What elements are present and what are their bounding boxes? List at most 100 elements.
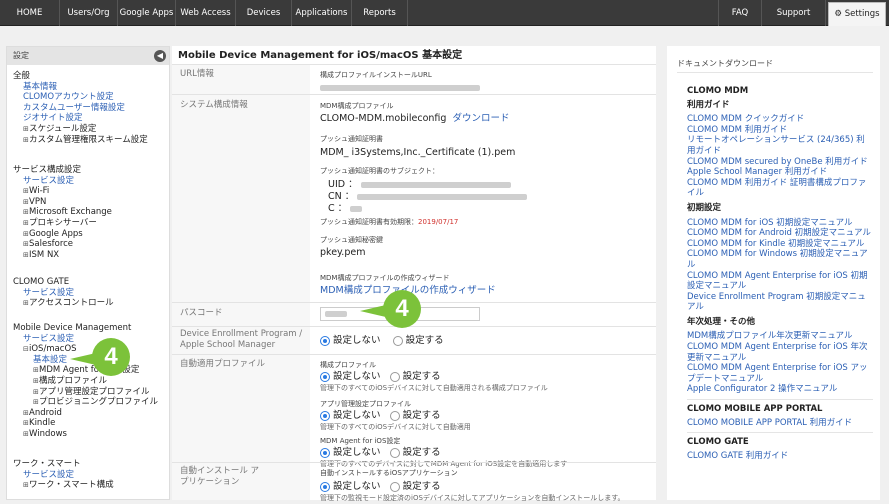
doc-link[interactable]: CLOMO MDM for Android 初期設定マニュアル	[687, 228, 871, 238]
agent-radio-yes[interactable]	[389, 447, 400, 458]
sidebar-item-schedule[interactable]: スケジュール設定	[29, 124, 96, 134]
doc-link[interactable]: CLOMO MDM secured by OneBe 利用ガイド	[687, 157, 868, 167]
tab-settings[interactable]: ⚙ Settings	[828, 2, 886, 26]
mdm-profile-caption: MDM構成プロファイル	[320, 102, 394, 110]
doc-link[interactable]: CLOMO MDM Agent Enterprise for iOS 年次更新マ…	[687, 342, 868, 363]
sidebar-item-geosite[interactable]: ジオサイト設定	[23, 113, 83, 123]
url-caption: 構成プロファイルインストールURL	[320, 71, 432, 79]
docs-panel: ドキュメントダウンロード CLOMO MDM 利用ガイド CLOMO MDM ク…	[667, 46, 880, 500]
sidebar-item-google-apps[interactable]: Google Apps	[29, 229, 83, 239]
doc-link[interactable]: CLOMO MDM for Windows 初期設定マニュアル	[687, 249, 868, 270]
doc-link[interactable]: CLOMO MDM 利用ガイド 証明書構成プロファイル	[687, 178, 866, 199]
app-note: 管理下のすべてのiOSデバイスに対して自動適用	[320, 423, 471, 431]
doc-link[interactable]: MDM構成プロファイル年次更新マニュアル	[687, 331, 852, 341]
sidebar-item-vpn[interactable]: VPN	[29, 197, 46, 207]
profile-caption: 構成プロファイル	[320, 361, 376, 369]
row-label: Device Enrollment Program / Apple School…	[180, 329, 303, 350]
doc-link[interactable]: Apple School Manager 利用ガイド	[687, 167, 827, 177]
agent-radio-no[interactable]	[320, 447, 330, 458]
agent-no-label: 設定しない	[333, 447, 381, 458]
sidebar-item-kindle[interactable]: Kindle	[29, 418, 55, 428]
wizard-caption: MDM構成プロファイルの作成ウィザード	[320, 274, 450, 282]
doc-link[interactable]: CLOMO MDM Agent Enterprise for iOS 初期設定マ…	[687, 271, 868, 292]
tab-web-access[interactable]: Web Access	[176, 0, 236, 26]
tab-applications[interactable]: Applications	[292, 0, 352, 26]
dep-radio-yes[interactable]	[392, 335, 403, 346]
doc-link[interactable]: CLOMO MDM 利用ガイド	[687, 125, 787, 135]
profile-note: 管理下のすべてのiOSデバイスに対して自動適用される構成プロファイル	[320, 384, 548, 392]
tab-home[interactable]: HOME	[0, 0, 60, 26]
sidebar-group-title: 全般	[13, 71, 31, 81]
sidebar-item-custom-role[interactable]: カスタム管理権限スキーム設定	[29, 135, 148, 145]
sidebar-item-android[interactable]: Android	[29, 408, 62, 418]
doc-link[interactable]: Apple Configurator 2 操作マニュアル	[687, 384, 837, 394]
divider	[677, 72, 873, 73]
section-sub: 年次処理・その他	[687, 316, 756, 327]
section-sub: 初期設定	[687, 202, 722, 213]
doc-link[interactable]: CLOMO MDM for iOS 初期設定マニュアル	[687, 218, 852, 228]
sidebar-item-service-settings[interactable]: サービス設定	[23, 176, 74, 186]
sidebar-item-clomo-account[interactable]: CLOMOアカウント設定	[23, 92, 114, 102]
expiry-value: 2019/07/17	[418, 218, 459, 226]
sidebar-item-app-profile[interactable]: アプリ管理設定プロファイル	[39, 387, 150, 397]
dep-radio-no[interactable]	[320, 335, 330, 346]
sidebar-item-windows[interactable]: Windows	[29, 429, 67, 439]
doc-link[interactable]: CLOMO MDM for Kindle 初期設定マニュアル	[687, 239, 864, 249]
tab-devices[interactable]: Devices	[236, 0, 292, 26]
redacted-uid	[360, 181, 511, 188]
sidebar-item-wifi[interactable]: Wi-Fi	[29, 186, 49, 196]
dep-yes-label: 設定する	[405, 335, 444, 346]
doc-link[interactable]: CLOMO MDM Agent Enterprise for iOS アップデー…	[687, 363, 868, 384]
sidebar-item-custom-user-info[interactable]: カスタムユーザー情報設定	[23, 103, 125, 113]
doc-link[interactable]: CLOMO GATE 利用ガイド	[687, 451, 788, 461]
divider	[687, 399, 873, 401]
doc-link[interactable]: リモートオペレーションサービス (24/365) 利用ガイド	[687, 135, 865, 156]
profile-radio-yes[interactable]	[389, 371, 400, 382]
push-cert-caption: プッシュ通知証明書	[320, 135, 383, 143]
app-radio-no[interactable]	[320, 410, 330, 421]
sidebar-item-gate-service[interactable]: サービス設定	[23, 288, 74, 298]
tab-reports[interactable]: Reports	[352, 0, 408, 26]
download-link[interactable]: ダウンロード	[453, 113, 510, 124]
sidebar-group-title: サービス構成設定	[13, 165, 82, 175]
sidebar-item-salesforce[interactable]: Salesforce	[29, 239, 73, 249]
sidebar-item-work-config[interactable]: ワーク・スマート構成	[29, 480, 114, 490]
tab-support[interactable]: Support	[762, 0, 826, 26]
row-auto-install: 自動インストール アプリケーション 自動インストールするiOSアプリケーション …	[172, 462, 656, 502]
section-heading: CLOMO MOBILE APP PORTAL	[687, 404, 823, 415]
sidebar-item-access-control[interactable]: アクセスコントロール	[29, 298, 114, 308]
sidebar-item-proxy[interactable]: プロキシサーバー	[29, 218, 97, 228]
sidebar-item-ism-nx[interactable]: ISM NX	[29, 250, 59, 260]
autoinstall-radio-yes[interactable]	[389, 481, 400, 492]
collapse-icon[interactable]: ◀	[154, 50, 166, 62]
sidebar-item-mdm-service[interactable]: サービス設定	[23, 334, 74, 344]
tab-users-org[interactable]: Users/Org	[60, 0, 118, 26]
push-cert-file: MDM_ i3Systems,Inc._Certificate (1).pem	[320, 147, 516, 158]
sidebar-item-provisioning[interactable]: プロビジョニングプロファイル	[39, 397, 158, 407]
docs-section-mdm: CLOMO MDM 利用ガイド CLOMO MDM クイックガイド CLOMO …	[687, 86, 873, 461]
app-radio-yes[interactable]	[389, 410, 400, 421]
app-no-label: 設定しない	[333, 410, 381, 421]
redacted-url	[320, 84, 480, 91]
sidebar-item-basic-settings[interactable]: 基本設定	[33, 355, 67, 365]
redacted-c	[350, 205, 363, 212]
tab-faq[interactable]: FAQ	[718, 0, 762, 26]
autoinstall-radio-no[interactable]	[320, 481, 330, 492]
profile-radio-no[interactable]	[320, 371, 330, 382]
doc-link[interactable]: CLOMO MDM クイックガイド	[687, 114, 804, 124]
row-system: システム構成情報 MDM構成プロファイル CLOMO-MDM.mobilecon…	[172, 94, 656, 302]
step-badge-main: 4	[383, 290, 421, 328]
row-auto-profile: 自動適用プロファイル 構成プロファイル 設定しない 設定する 管理下のすべてのi…	[172, 354, 656, 468]
sidebar-item-exchange[interactable]: Microsoft Exchange	[29, 207, 112, 217]
sidebar-item-work-service[interactable]: サービス設定	[23, 470, 74, 480]
main-panel: Mobile Device Management for iOS/macOS 基…	[172, 46, 656, 502]
doc-link[interactable]: CLOMO MOBILE APP PORTAL 利用ガイド	[687, 418, 852, 428]
sidebar-item-basic-info[interactable]: 基本情報	[23, 82, 57, 92]
cn-label: CN ：	[328, 191, 355, 202]
app-caption: アプリ管理設定プロファイル	[320, 400, 411, 408]
tab-google-apps[interactable]: Google Apps	[118, 0, 176, 26]
push-key-caption: プッシュ通知秘密鍵	[320, 236, 383, 244]
doc-link[interactable]: Device Enrollment Program 初期設定マニュアル	[687, 292, 866, 313]
sidebar-item-config-profile[interactable]: 構成プロファイル	[39, 376, 107, 386]
autoinstall-note: 管理下の監視モード設定済のiOSデバイスに対してアプリケーションを自動インストー…	[320, 494, 625, 502]
